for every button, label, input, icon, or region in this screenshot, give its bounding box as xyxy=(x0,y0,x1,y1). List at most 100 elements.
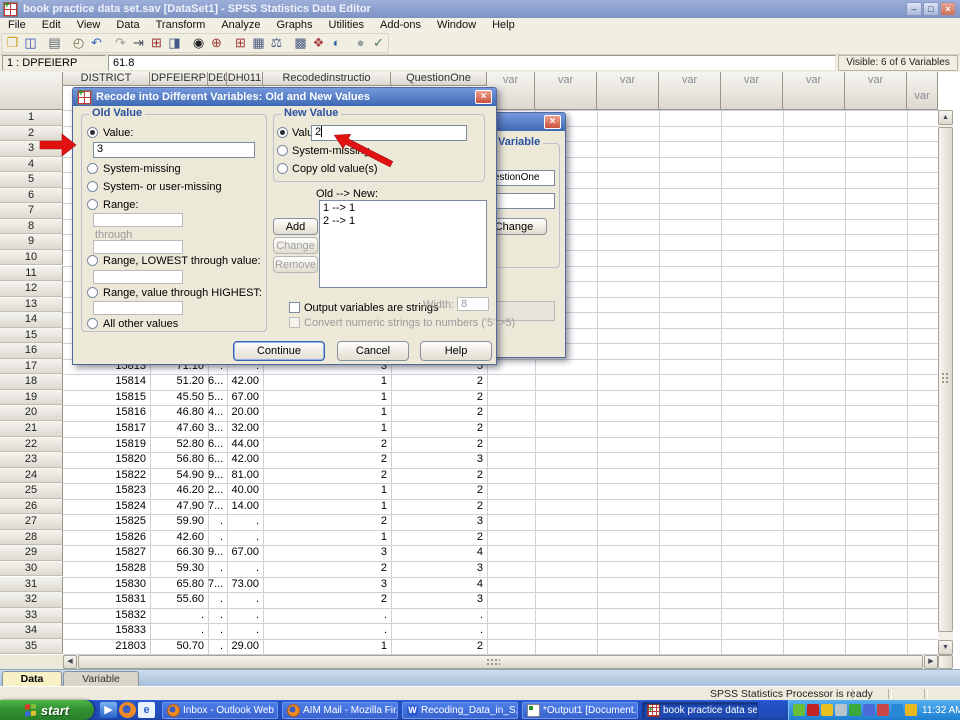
data-cell[interactable]: 3 xyxy=(391,514,487,530)
row-header-31[interactable]: 31 xyxy=(0,577,63,593)
data-cell[interactable]: . xyxy=(227,514,263,530)
range-lowest-radio[interactable] xyxy=(87,255,98,266)
row-header-6[interactable]: 6 xyxy=(0,188,63,204)
row-header-9[interactable]: 9 xyxy=(0,234,63,250)
data-cell[interactable]: 56.80 xyxy=(150,452,208,468)
data-cell[interactable]: 1 xyxy=(263,499,391,515)
data-cell[interactable]: 55.60 xyxy=(150,592,208,608)
row-header-13[interactable]: 13 xyxy=(0,297,63,313)
row-header-7[interactable]: 7 xyxy=(0,203,63,219)
row-header-30[interactable]: 30 xyxy=(0,561,63,577)
column-header-district[interactable]: DISTRICT xyxy=(63,72,150,86)
data-cell[interactable]: 42.00 xyxy=(227,452,263,468)
data-cell[interactable]: 65.80 xyxy=(150,577,208,593)
tray-green-icon[interactable] xyxy=(793,704,805,716)
old-new-list[interactable]: 1 --> 12 --> 1 xyxy=(319,200,487,288)
dialog-close-icon[interactable]: × xyxy=(475,90,492,104)
firefox-icon[interactable] xyxy=(119,702,136,718)
data-cell[interactable]: 6... xyxy=(208,374,227,390)
media-player-icon[interactable]: ▶ xyxy=(100,702,117,718)
data-cell[interactable]: 6... xyxy=(208,452,227,468)
data-cell[interactable]: 81.00 xyxy=(227,468,263,484)
data-cell[interactable]: 51.20 xyxy=(150,374,208,390)
data-cell[interactable]: . xyxy=(208,623,227,639)
data-cell[interactable]: . xyxy=(227,608,263,624)
change-button[interactable]: Change xyxy=(273,237,318,254)
data-cell[interactable]: . xyxy=(227,561,263,577)
range-from-field[interactable] xyxy=(93,213,183,227)
data-cell[interactable]: 47.60 xyxy=(150,421,208,437)
data-cell[interactable]: 15814 xyxy=(63,374,150,390)
data-cell[interactable]: 2 xyxy=(391,468,487,484)
tray-sync-icon[interactable] xyxy=(891,704,903,716)
column-header-recodedinstructio[interactable]: Recodedinstructio xyxy=(263,72,391,86)
data-cell[interactable]: 4... xyxy=(208,405,227,421)
data-cell[interactable]: . xyxy=(208,639,227,655)
cancel-button[interactable]: Cancel xyxy=(337,341,409,361)
tray-green-check-icon[interactable] xyxy=(849,704,861,716)
data-cell[interactable]: 59.90 xyxy=(150,514,208,530)
row-header-23[interactable]: 23 xyxy=(0,452,63,468)
data-cell[interactable]: . xyxy=(150,623,208,639)
data-cell[interactable]: 4 xyxy=(391,545,487,561)
row-header-24[interactable]: 24 xyxy=(0,468,63,484)
data-cell[interactable]: 15831 xyxy=(63,592,150,608)
data-cell[interactable]: 2 xyxy=(391,374,487,390)
var-column-header[interactable]: var xyxy=(535,72,597,110)
row-header-33[interactable]: 33 xyxy=(0,608,63,624)
add-button[interactable]: Add xyxy=(273,218,318,235)
all-other-values-radio[interactable] xyxy=(87,318,98,329)
data-cell[interactable]: 2 xyxy=(391,639,487,655)
row-header-4[interactable]: 4 xyxy=(0,157,63,173)
data-cell[interactable]: 21803 xyxy=(63,639,150,655)
internet-explorer-icon[interactable]: e xyxy=(138,702,155,718)
data-cell[interactable]: 7... xyxy=(208,499,227,515)
data-cell[interactable]: 54.90 xyxy=(150,468,208,484)
tray-gray-icon[interactable] xyxy=(835,704,847,716)
data-cell[interactable]: 1 xyxy=(263,405,391,421)
start-button[interactable]: start xyxy=(0,700,94,720)
row-header-10[interactable]: 10 xyxy=(0,250,63,266)
taskbar-button-2[interactable]: AIM Mail - Mozilla Fir... xyxy=(282,702,398,719)
remove-button[interactable]: Remove xyxy=(273,256,318,273)
range-radio[interactable] xyxy=(87,199,98,210)
row-header-11[interactable]: 11 xyxy=(0,266,63,282)
data-cell[interactable]: 2 xyxy=(263,452,391,468)
data-cell[interactable]: 1 xyxy=(263,421,391,437)
continue-button[interactable]: Continue xyxy=(233,341,325,361)
row-header-20[interactable]: 20 xyxy=(0,405,63,421)
data-cell[interactable]: 15823 xyxy=(63,483,150,499)
parent-dialog-close-icon[interactable]: × xyxy=(544,115,561,129)
column-header-questionone[interactable]: QuestionOne xyxy=(391,72,487,86)
row-header-26[interactable]: 26 xyxy=(0,499,63,515)
data-cell[interactable]: 15827 xyxy=(63,545,150,561)
data-cell[interactable]: 9... xyxy=(208,468,227,484)
var-column-header[interactable]: var xyxy=(597,72,659,110)
data-cell[interactable]: . xyxy=(208,514,227,530)
data-cell[interactable]: 47.90 xyxy=(150,499,208,515)
data-cell[interactable]: 2 xyxy=(391,421,487,437)
data-cell[interactable]: 1 xyxy=(263,483,391,499)
taskbar-button-1[interactable]: Inbox - Outlook Web ... xyxy=(162,702,278,719)
row-header-35[interactable]: 35 xyxy=(0,639,63,655)
convert-numeric-checkbox[interactable] xyxy=(289,317,300,328)
data-cell[interactable]: 14.00 xyxy=(227,499,263,515)
data-cell[interactable]: 67.00 xyxy=(227,390,263,406)
data-cell[interactable]: 3 xyxy=(391,592,487,608)
scroll-right-icon[interactable]: ▶ xyxy=(924,655,938,669)
data-cell[interactable]: 15820 xyxy=(63,452,150,468)
data-cell[interactable]: 15830 xyxy=(63,577,150,593)
row-header-32[interactable]: 32 xyxy=(0,592,63,608)
old-value-radio[interactable] xyxy=(87,127,98,138)
data-cell[interactable]: 2 xyxy=(391,405,487,421)
dialog-titlebar[interactable]: Recode into Different Variables: Old and… xyxy=(73,88,496,106)
data-cell[interactable]: . xyxy=(227,592,263,608)
row-header-27[interactable]: 27 xyxy=(0,514,63,530)
column-header-dpfeierp[interactable]: DPFEIERP xyxy=(150,72,208,86)
new-value-field[interactable]: 2 xyxy=(311,125,467,141)
row-header-17[interactable]: 17 xyxy=(0,359,63,375)
new-value-radio[interactable] xyxy=(277,127,288,138)
data-cell[interactable]: 45.50 xyxy=(150,390,208,406)
row-header-12[interactable]: 12 xyxy=(0,281,63,297)
data-cell[interactable]: 15815 xyxy=(63,390,150,406)
